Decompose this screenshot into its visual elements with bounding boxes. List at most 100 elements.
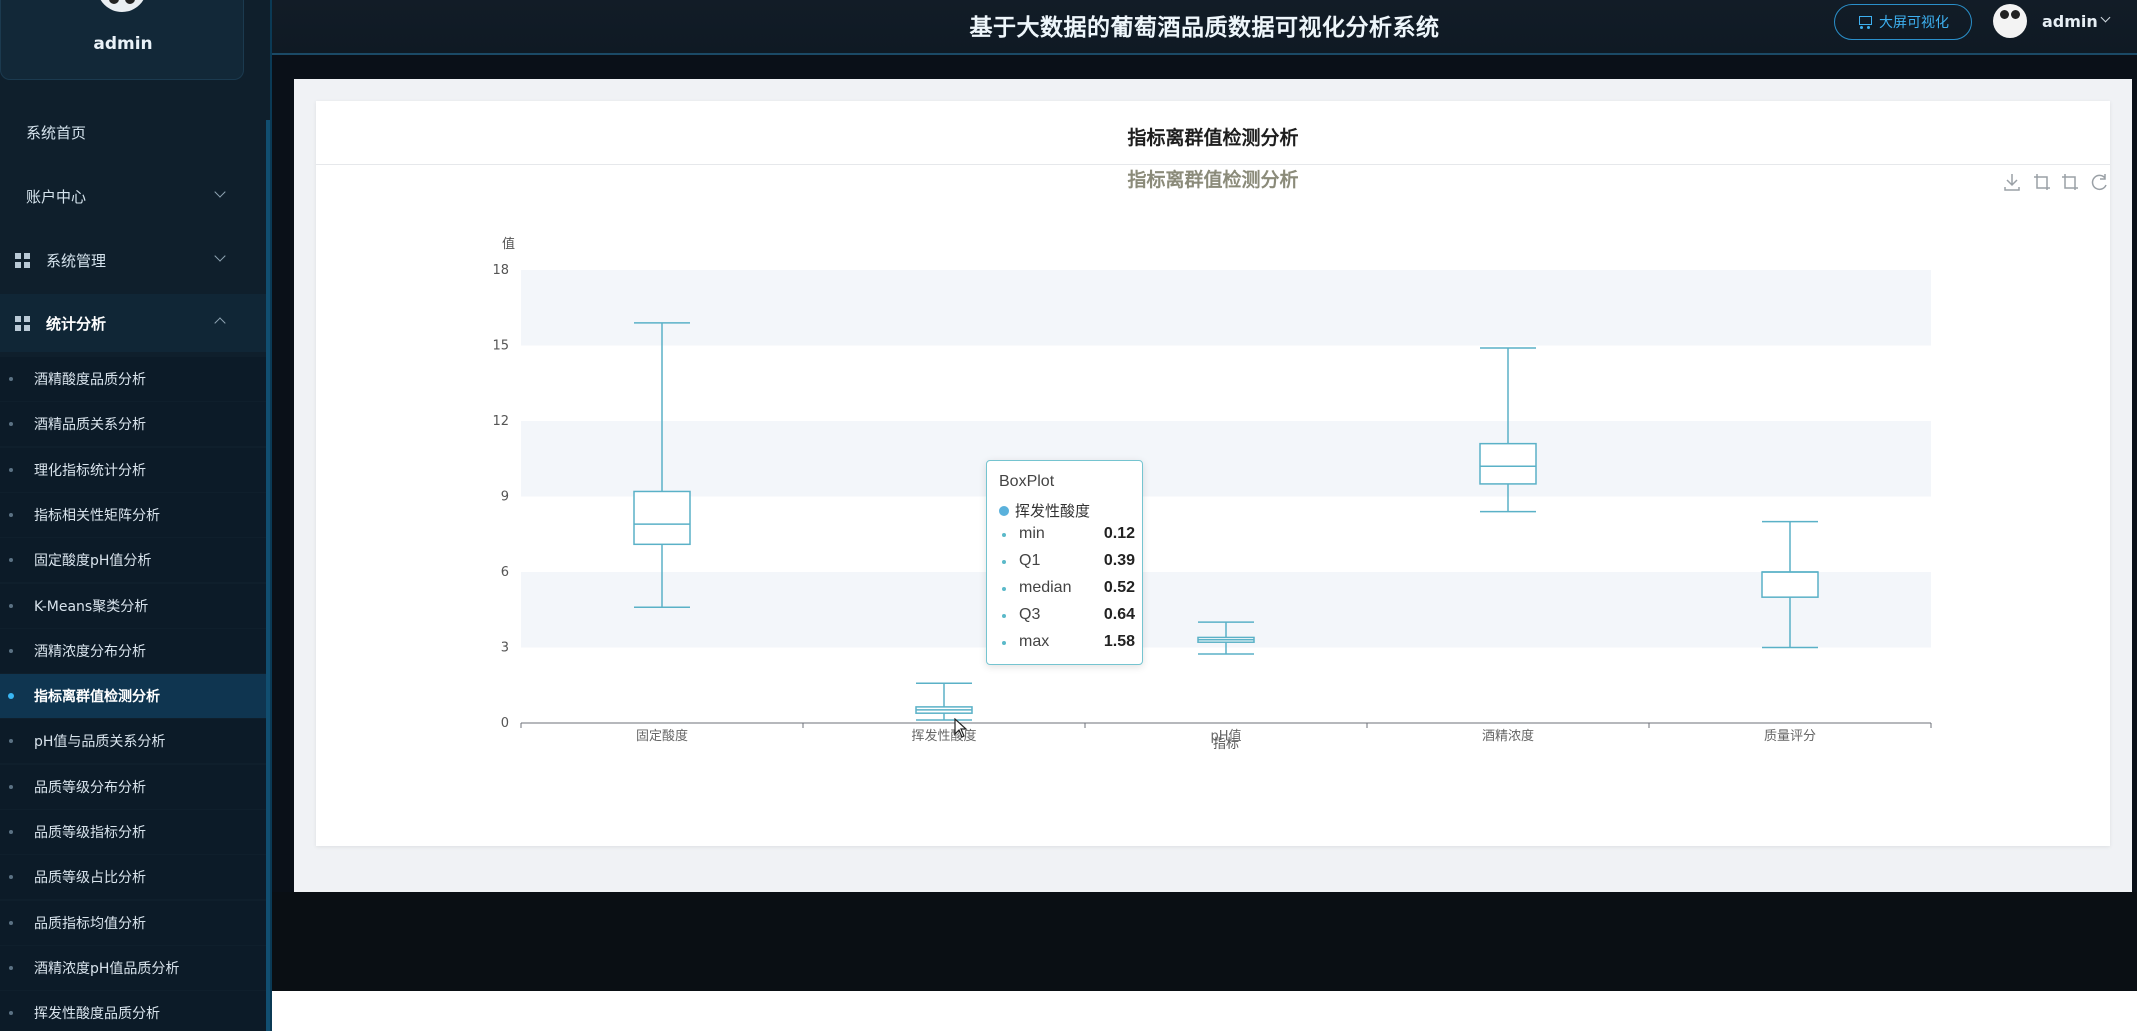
tooltip-value: 0.39 [1103,552,1135,569]
y-axis-label: 值 [502,236,515,252]
mouse-cursor-icon [954,718,968,738]
user-card: admin [0,0,244,80]
bullet-icon [9,875,13,880]
grid-band [521,421,1931,497]
submenu-item-label: 品质等级指标分析 [34,825,146,841]
menu-item-account[interactable]: 账户中心 [0,176,266,216]
submenu-item-label: 酒精酸度品质分析 [34,372,146,388]
y-tick-label: 6 [501,565,509,580]
tooltip-value: 0.52 [1103,579,1135,596]
tooltip-key: min [1019,525,1045,542]
submenu-item[interactable]: 酒精酸度品质分析 [0,357,266,401]
submenu-item-label: 酒精浓度pH值品质分析 [34,960,180,977]
submenu-item-label: 品质等级占比分析 [34,870,146,887]
bullet-icon [9,739,13,744]
tooltip-value: 0.64 [1103,606,1135,623]
tooltip-title: BoxPlot [999,473,1055,490]
bullet-icon [8,693,14,700]
bullet-icon [9,377,13,381]
sidebar: admin 系统首页 账户中心 系统管理 统计分析 酒精酸度品质分析 酒精品质关系… [0,0,272,1031]
submenu-item[interactable]: 指标相关性矩阵分析 [0,492,266,537]
iqr-box [1479,442,1537,485]
bullet-icon [9,830,13,834]
submenu-item-label: pH值与品质关系分析 [34,734,166,751]
submenu-item[interactable]: 酒精浓度分布分析 [0,628,266,673]
menu-item-label: 账户中心 [26,187,87,206]
big-screen-label: 大屏可视化 [1879,15,1949,31]
chart-title: 指标离群值检测分析 [1127,168,1298,191]
bullet-icon [9,920,13,925]
big-screen-button[interactable]: 大屏可视化 [1834,4,1972,40]
panel-title: 指标离群值检测分析 [1127,127,1299,149]
tooltip-value: 0.12 [1103,525,1135,542]
sidebar-username: admin [93,34,153,54]
refresh-icon[interactable] [2091,174,2107,191]
tooltip-key: Q1 [1019,552,1041,569]
grid-icon [15,253,30,268]
y-tick-label: 18 [492,263,509,278]
tooltip-value: 1.58 [1103,633,1135,650]
x-tick-label: 固定酸度 [636,728,688,744]
bullet-icon [9,467,13,472]
tooltip-row: Q1 0.39 [999,552,1135,572]
bullet-icon [9,784,13,789]
y-tick-label: 12 [492,414,509,429]
menu-item-home[interactable]: 系统首页 [0,112,266,152]
submenu-item-label: K-Means聚类分析 [34,598,149,615]
submenu-item-label: 理化指标统计分析 [34,462,146,479]
avatar[interactable] [1993,4,2027,38]
tooltip-key: median [1019,579,1072,596]
y-tick-label: 9 [501,490,509,505]
zoom-reset-icon[interactable] [2062,174,2078,190]
submenu-item[interactable]: 品质等级指标分析 [0,810,266,854]
tooltip-row: median 0.52 [999,579,1135,599]
submenu-item-label: 挥发性酸度品质分析 [34,1006,160,1023]
download-icon[interactable] [2004,174,2020,191]
box-mark[interactable] [915,682,973,721]
chart-toolbox [2004,174,2107,191]
y-tick-label: 0 [501,716,509,731]
submenu-item[interactable]: 酒精浓度pH值品质分析 [0,945,266,990]
x-tick-label: 酒精浓度 [1482,728,1534,744]
tooltip-series-name: 挥发性酸度 [1015,503,1091,520]
bullet-icon [9,965,13,970]
submenu-item[interactable]: 品质等级占比分析 [0,855,266,900]
tooltip-key: max [1019,633,1050,650]
submenu-item[interactable]: 酒精品质关系分析 [0,402,266,447]
bottom-bar [272,892,2137,991]
bullet-icon [9,648,13,653]
submenu-item[interactable]: pH值与品质关系分析 [0,719,266,764]
grid-band [521,270,1931,346]
iqr-box [1761,571,1819,598]
submenu-item-label: 指标相关性矩阵分析 [34,507,160,524]
bullet-icon [9,558,13,563]
tooltip-series: 挥发性酸度 [999,500,1090,521]
submenu-item[interactable]: 理化指标统计分析 [0,447,266,492]
bullet-icon [9,1011,13,1016]
bottom-strip [272,991,2137,1031]
y-tick-label: 3 [501,641,509,656]
bullet-icon [9,512,13,517]
tooltip-row: min 0.12 [999,525,1135,545]
boxplot-tooltip: BoxPlot 挥发性酸度 min 0.12 Q1 0.39 median 0.52 … [986,460,1143,665]
tooltip-row: max 1.58 [999,633,1135,653]
header-username[interactable]: admin [2042,12,2098,31]
zoom-icon[interactable] [2034,174,2050,190]
submenu-item[interactable]: K-Means聚类分析 [0,583,266,628]
chevron-down-icon [214,186,226,198]
bullet-icon [9,603,13,608]
menu-item-label: 统计分析 [46,314,107,333]
iqr-box [633,490,691,546]
bullet-icon [9,422,13,427]
submenu-item[interactable]: 品质等级分布分析 [0,764,266,809]
submenu-item[interactable]: 品质指标均值分析 [0,900,266,945]
sidebar-scrollbar[interactable] [266,120,270,1031]
submenu-item-label: 品质等级分布分析 [34,779,146,796]
submenu-item-label: 酒精品质关系分析 [34,417,146,434]
menu-item-statistics[interactable]: 统计分析 [0,294,266,352]
x-tick-label: 质量评分 [1764,729,1816,744]
menu-item-system-management[interactable]: 系统管理 [0,240,266,280]
submenu-item[interactable]: 挥发性酸度品质分析 [0,991,266,1031]
submenu-item[interactable]: 指标离群值检测分析 [0,674,266,719]
submenu-item[interactable]: 固定酸度pH值分析 [0,538,266,583]
